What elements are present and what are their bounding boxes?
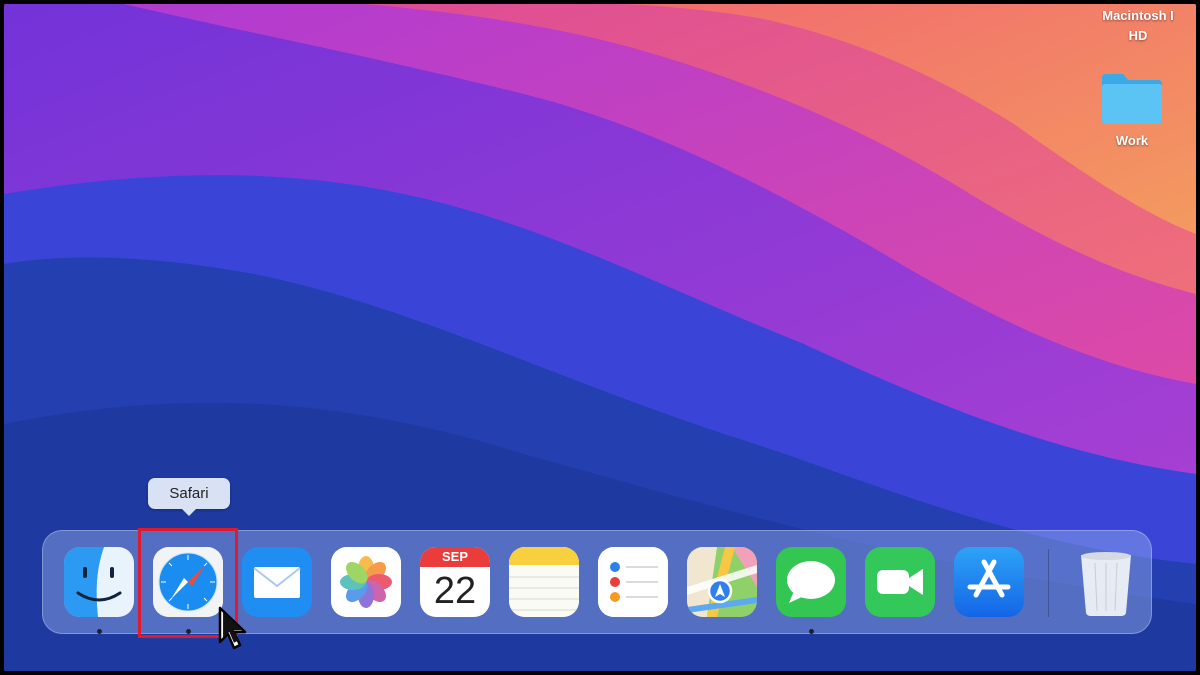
disk-label-line2: HD	[1128, 28, 1148, 43]
dock-item-facetime[interactable]	[865, 547, 935, 617]
dock-item-app-store[interactable]	[954, 547, 1024, 617]
dock-item-messages[interactable]	[776, 547, 846, 617]
dock-item-mail[interactable]	[242, 547, 312, 617]
dock-item-maps[interactable]	[687, 547, 757, 617]
trash-icon	[1081, 552, 1131, 616]
calendar-day: 22	[433, 570, 477, 612]
messages-icon	[776, 547, 846, 617]
safari-tooltip: Safari	[148, 478, 230, 516]
folder-label: Work	[1115, 133, 1149, 148]
mouse-pointer-icon	[218, 606, 247, 650]
dock-item-photos[interactable]	[331, 547, 401, 617]
dock-item-notes[interactable]	[509, 547, 579, 617]
running-indicator-messages	[809, 629, 814, 634]
macintosh-hd-disk[interactable]: Macintosh I HD	[1088, 6, 1188, 46]
work-folder[interactable]: Work	[1094, 70, 1170, 148]
app-store-icon	[954, 547, 1024, 617]
mail-icon	[242, 547, 312, 617]
folder-icon	[1102, 74, 1162, 124]
dock-item-trash[interactable]	[1071, 547, 1141, 617]
calendar-month: SEP	[420, 547, 490, 567]
running-indicator-finder	[97, 629, 102, 634]
dock-item-calendar[interactable]: SEP 22	[420, 547, 490, 617]
disk-label-line1: Macintosh I	[1102, 8, 1174, 23]
dock-separator	[1048, 549, 1049, 617]
dock-item-reminders[interactable]	[598, 547, 668, 617]
photos-icon	[331, 547, 401, 617]
dock-item-finder[interactable]	[64, 547, 134, 617]
maps-icon	[687, 547, 757, 617]
facetime-icon	[865, 547, 935, 617]
reminders-icon	[598, 547, 668, 617]
notes-icon	[509, 547, 579, 617]
finder-icon	[64, 547, 134, 617]
